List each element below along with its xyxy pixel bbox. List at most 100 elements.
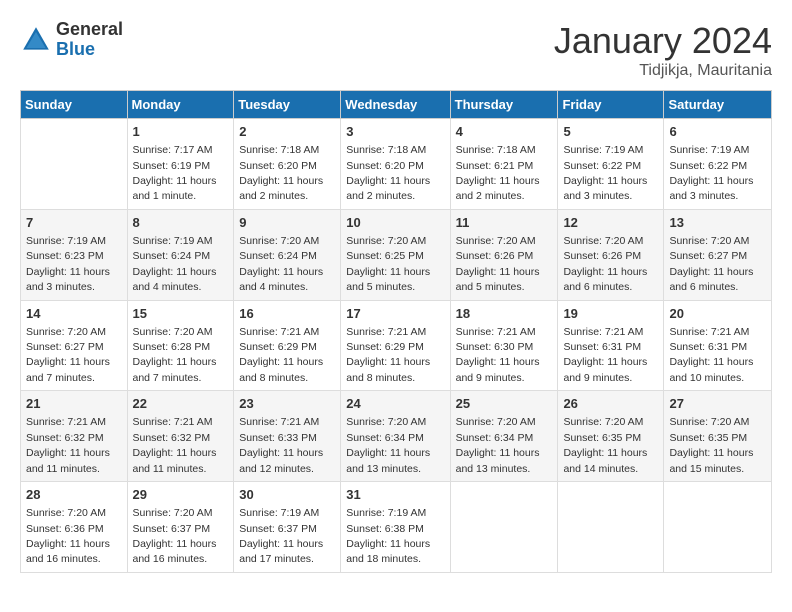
day-number: 21 [26,395,122,413]
day-info: Sunrise: 7:20 AMSunset: 6:35 PMDaylight:… [563,416,647,474]
day-cell: 7Sunrise: 7:19 AMSunset: 6:23 PMDaylight… [21,209,128,300]
day-info: Sunrise: 7:19 AMSunset: 6:22 PMDaylight:… [563,144,647,202]
day-cell: 5 Sunrise: 7:19 AMSunset: 6:22 PMDaylight… [558,119,664,210]
day-cell: 31 Sunrise: 7:19 AMSunset: 6:38 PMDayligh… [341,482,450,573]
day-info: Sunrise: 7:17 AMSunset: 6:19 PMDaylight:… [133,144,217,202]
day-cell: 14Sunrise: 7:20 AMSunset: 6:27 PMDayligh… [21,300,128,391]
day-info: Sunrise: 7:20 AMSunset: 6:36 PMDaylight:… [26,507,110,565]
day-cell: 23 Sunrise: 7:21 AMSunset: 6:33 PMDayligh… [234,391,341,482]
day-cell: 26 Sunrise: 7:20 AMSunset: 6:35 PMDayligh… [558,391,664,482]
day-info: Sunrise: 7:21 AMSunset: 6:31 PMDaylight:… [669,326,753,384]
month-year: January 2024 [554,20,772,62]
day-cell [664,482,772,573]
day-number: 30 [239,486,335,504]
day-info: Sunrise: 7:19 AMSunset: 6:38 PMDaylight:… [346,507,430,565]
day-info: Sunrise: 7:20 AMSunset: 6:27 PMDaylight:… [26,326,110,384]
day-number: 19 [563,305,658,323]
week-row-1: 1 Sunrise: 7:17 AMSunset: 6:19 PMDaylight… [21,119,772,210]
day-cell: 22 Sunrise: 7:21 AMSunset: 6:32 PMDayligh… [127,391,234,482]
logo-blue-text: Blue [56,40,123,60]
day-cell: 24 Sunrise: 7:20 AMSunset: 6:34 PMDayligh… [341,391,450,482]
day-cell: 2Sunrise: 7:18 AMSunset: 6:20 PMDaylight… [234,119,341,210]
day-info: Sunrise: 7:20 AMSunset: 6:34 PMDaylight:… [346,416,430,474]
day-number: 27 [669,395,766,413]
day-cell: 20 Sunrise: 7:21 AMSunset: 6:31 PMDayligh… [664,300,772,391]
day-info: Sunrise: 7:19 AMSunset: 6:37 PMDaylight:… [239,507,323,565]
day-info: Sunrise: 7:21 AMSunset: 6:32 PMDaylight:… [133,416,217,474]
day-info: Sunrise: 7:20 AMSunset: 6:37 PMDaylight:… [133,507,217,565]
header-row: SundayMondayTuesdayWednesdayThursdayFrid… [21,91,772,119]
day-number: 28 [26,486,122,504]
day-cell: 18 Sunrise: 7:21 AMSunset: 6:30 PMDayligh… [450,300,558,391]
day-number: 29 [133,486,229,504]
day-number: 10 [346,214,444,232]
day-info: Sunrise: 7:20 AMSunset: 6:26 PMDaylight:… [563,235,647,293]
day-info: Sunrise: 7:21 AMSunset: 6:29 PMDaylight:… [239,326,323,384]
day-number: 1 [133,123,229,141]
day-number: 20 [669,305,766,323]
day-info: Sunrise: 7:21 AMSunset: 6:31 PMDaylight:… [563,326,647,384]
calendar-table: SundayMondayTuesdayWednesdayThursdayFrid… [20,90,772,573]
day-cell: 1 Sunrise: 7:17 AMSunset: 6:19 PMDaylight… [127,119,234,210]
day-cell: 25 Sunrise: 7:20 AMSunset: 6:34 PMDayligh… [450,391,558,482]
week-row-4: 21 Sunrise: 7:21 AMSunset: 6:32 PMDayligh… [21,391,772,482]
day-info: Sunrise: 7:18 AMSunset: 6:20 PMDaylight:… [239,144,323,202]
col-header-thursday: Thursday [450,91,558,119]
day-info: Sunrise: 7:21 AMSunset: 6:29 PMDaylight:… [346,326,430,384]
day-cell: 13Sunrise: 7:20 AMSunset: 6:27 PMDayligh… [664,209,772,300]
day-cell [450,482,558,573]
logo-text: General Blue [56,20,123,60]
logo: General Blue [20,20,123,60]
day-number: 5 [563,123,658,141]
day-cell: 16 Sunrise: 7:21 AMSunset: 6:29 PMDayligh… [234,300,341,391]
logo-icon [20,24,52,56]
day-number: 23 [239,395,335,413]
day-cell: 3Sunrise: 7:18 AMSunset: 6:20 PMDaylight… [341,119,450,210]
day-info: Sunrise: 7:19 AMSunset: 6:23 PMDaylight:… [26,235,110,293]
day-info: Sunrise: 7:19 AMSunset: 6:24 PMDaylight:… [133,235,217,293]
day-cell: 15 Sunrise: 7:20 AMSunset: 6:28 PMDayligh… [127,300,234,391]
day-number: 22 [133,395,229,413]
day-cell: 4Sunrise: 7:18 AMSunset: 6:21 PMDaylight… [450,119,558,210]
day-number: 4 [456,123,553,141]
day-cell: 11 Sunrise: 7:20 AMSunset: 6:26 PMDayligh… [450,209,558,300]
day-number: 16 [239,305,335,323]
col-header-tuesday: Tuesday [234,91,341,119]
day-info: Sunrise: 7:21 AMSunset: 6:33 PMDaylight:… [239,416,323,474]
day-info: Sunrise: 7:20 AMSunset: 6:28 PMDaylight:… [133,326,217,384]
day-number: 17 [346,305,444,323]
day-cell: 27 Sunrise: 7:20 AMSunset: 6:35 PMDayligh… [664,391,772,482]
day-info: Sunrise: 7:20 AMSunset: 6:25 PMDaylight:… [346,235,430,293]
day-info: Sunrise: 7:20 AMSunset: 6:35 PMDaylight:… [669,416,753,474]
title-block: January 2024 Tidjikja, Mauritania [554,20,772,80]
day-number: 8 [133,214,229,232]
day-number: 25 [456,395,553,413]
day-info: Sunrise: 7:21 AMSunset: 6:32 PMDaylight:… [26,416,110,474]
col-header-friday: Friday [558,91,664,119]
day-info: Sunrise: 7:18 AMSunset: 6:20 PMDaylight:… [346,144,430,202]
day-cell: 9Sunrise: 7:20 AMSunset: 6:24 PMDaylight… [234,209,341,300]
day-number: 18 [456,305,553,323]
week-row-5: 28 Sunrise: 7:20 AMSunset: 6:36 PMDayligh… [21,482,772,573]
day-cell [558,482,664,573]
day-number: 31 [346,486,444,504]
day-info: Sunrise: 7:20 AMSunset: 6:24 PMDaylight:… [239,235,323,293]
day-info: Sunrise: 7:20 AMSunset: 6:34 PMDaylight:… [456,416,540,474]
week-row-3: 14Sunrise: 7:20 AMSunset: 6:27 PMDayligh… [21,300,772,391]
day-info: Sunrise: 7:20 AMSunset: 6:26 PMDaylight:… [456,235,540,293]
day-number: 24 [346,395,444,413]
day-info: Sunrise: 7:21 AMSunset: 6:30 PMDaylight:… [456,326,540,384]
page-header: General Blue January 2024 Tidjikja, Maur… [20,20,772,80]
week-row-2: 7Sunrise: 7:19 AMSunset: 6:23 PMDaylight… [21,209,772,300]
col-header-saturday: Saturday [664,91,772,119]
logo-general: General [56,20,123,40]
day-cell: 30 Sunrise: 7:19 AMSunset: 6:37 PMDayligh… [234,482,341,573]
day-cell [21,119,128,210]
day-number: 15 [133,305,229,323]
day-number: 26 [563,395,658,413]
day-number: 12 [563,214,658,232]
day-number: 11 [456,214,553,232]
day-cell: 17 Sunrise: 7:21 AMSunset: 6:29 PMDayligh… [341,300,450,391]
day-cell: 21 Sunrise: 7:21 AMSunset: 6:32 PMDayligh… [21,391,128,482]
day-cell: 19 Sunrise: 7:21 AMSunset: 6:31 PMDayligh… [558,300,664,391]
